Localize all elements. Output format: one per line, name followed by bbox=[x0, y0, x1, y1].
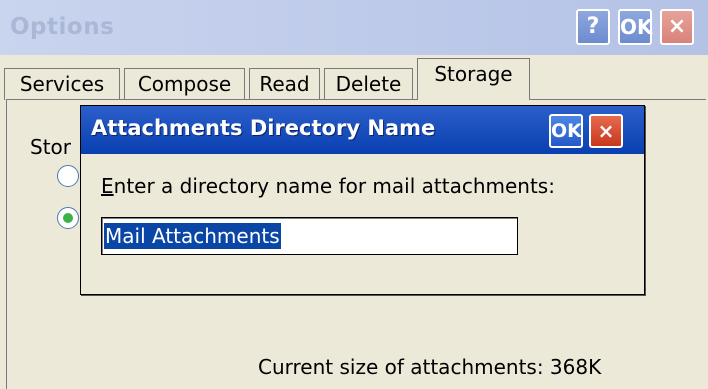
dialog-close-button[interactable]: × bbox=[589, 114, 623, 148]
storage-label: Stor bbox=[30, 135, 71, 159]
current-size-text: Current size of attachments: 368K bbox=[258, 355, 602, 379]
window-titlebar: Options ? OK × bbox=[0, 0, 708, 55]
directory-name-input[interactable]: Mail Attachments bbox=[101, 217, 518, 255]
prompt-mnemonic: E bbox=[101, 174, 114, 198]
radio-option-1[interactable] bbox=[57, 165, 79, 187]
tab-services[interactable]: Services bbox=[4, 68, 120, 100]
tab-storage[interactable]: Storage bbox=[417, 58, 530, 100]
prompt-text: nter a directory name for mail attachmen… bbox=[113, 174, 555, 198]
ok-button[interactable]: OK bbox=[618, 9, 653, 45]
window-title: Options bbox=[10, 14, 115, 40]
tab-compose[interactable]: Compose bbox=[124, 68, 245, 100]
tab-delete[interactable]: Delete bbox=[324, 68, 413, 100]
dialog-prompt: Enter a directory name for mail attachme… bbox=[101, 174, 555, 198]
help-button[interactable]: ? bbox=[576, 9, 610, 45]
tab-read[interactable]: Read bbox=[249, 68, 320, 100]
close-button[interactable]: × bbox=[660, 9, 694, 45]
directory-name-value: Mail Attachments bbox=[104, 223, 281, 249]
dialog-title: Attachments Directory Name bbox=[91, 116, 436, 140]
radio-option-2[interactable] bbox=[57, 207, 79, 229]
dialog-titlebar: Attachments Directory Name OK × bbox=[81, 106, 644, 154]
dialog-ok-button[interactable]: OK bbox=[549, 114, 583, 148]
attachments-directory-dialog: Attachments Directory Name OK × Enter a … bbox=[80, 105, 645, 295]
